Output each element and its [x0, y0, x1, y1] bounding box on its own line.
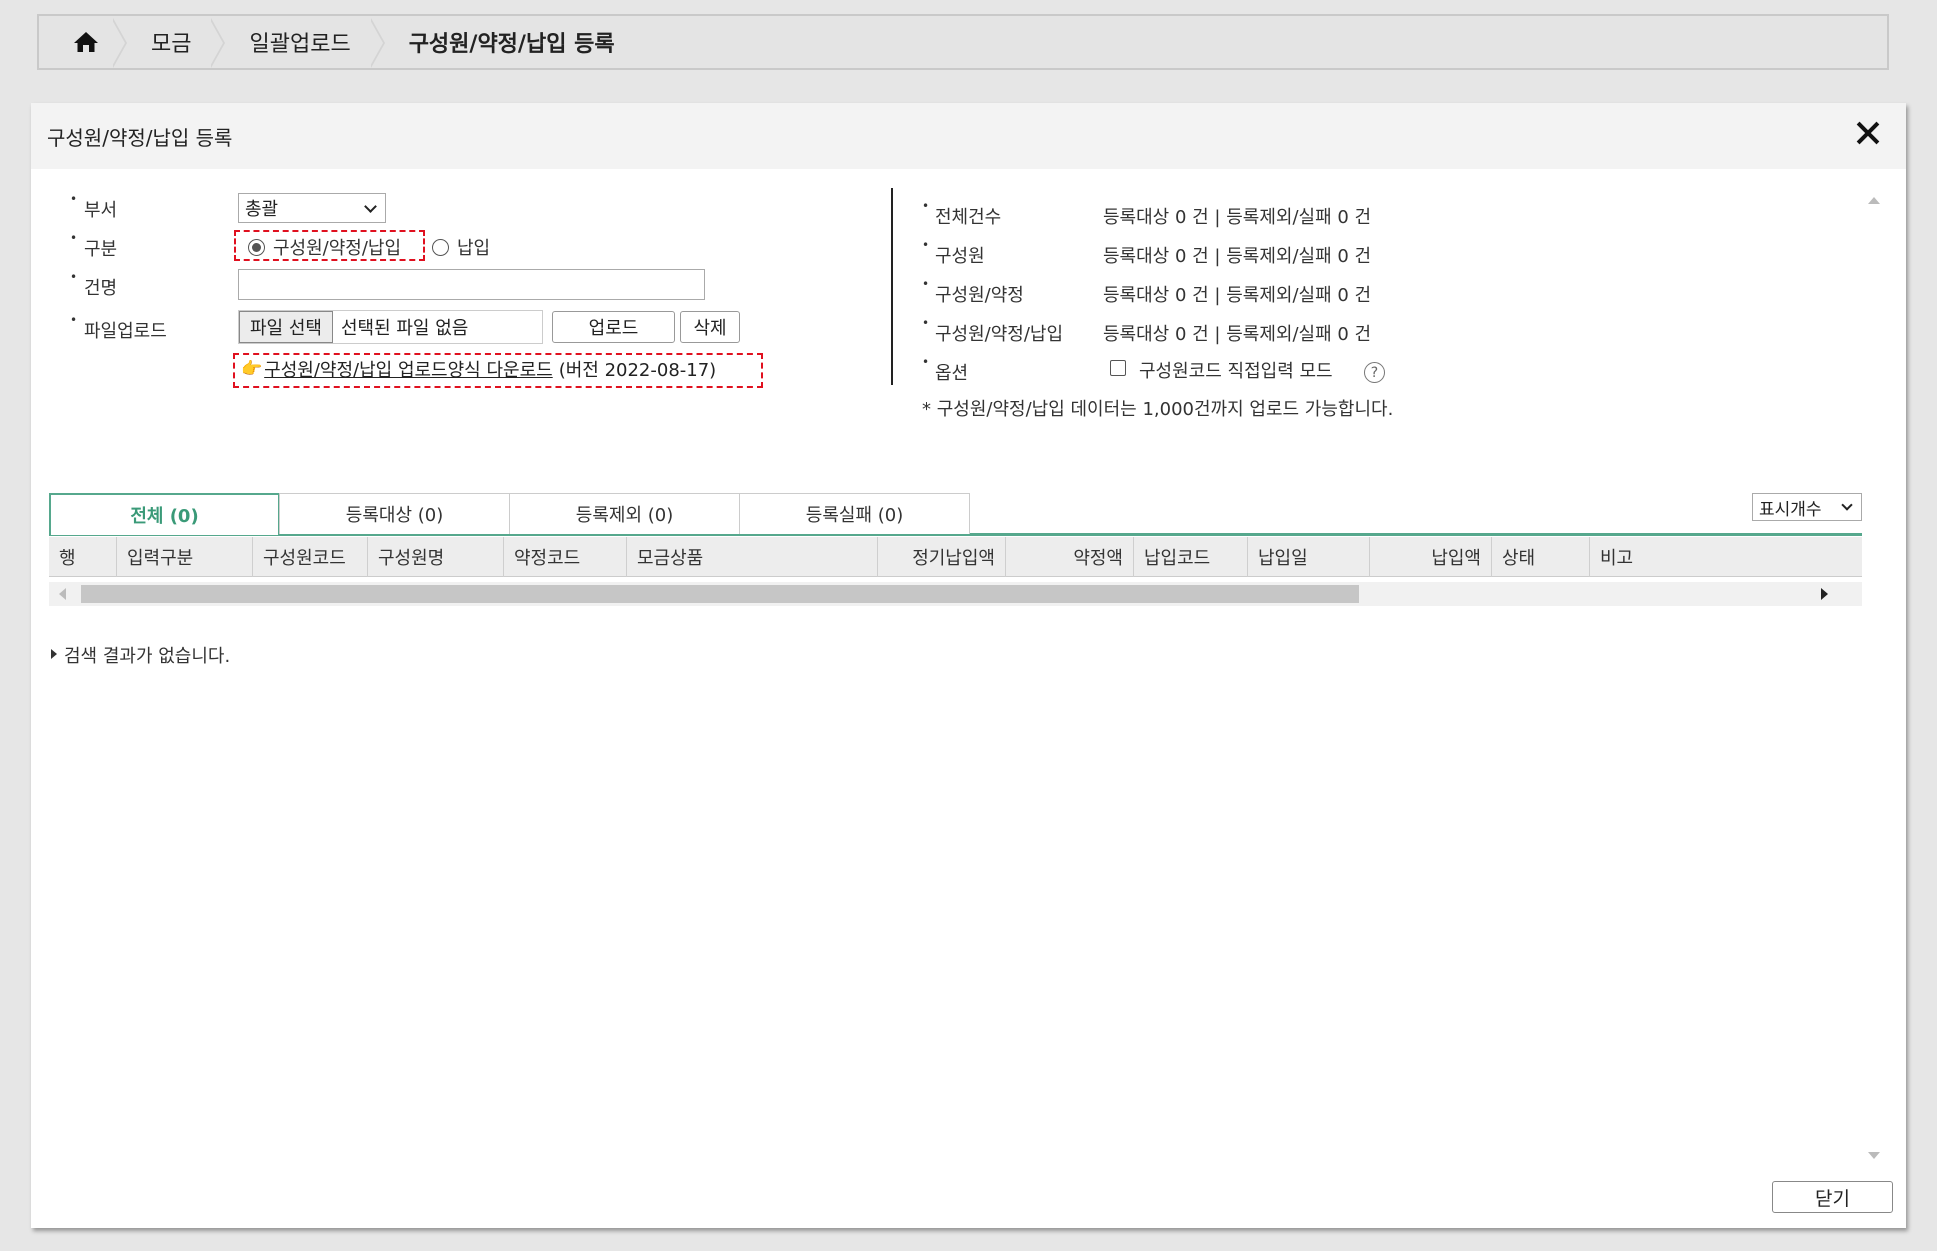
col-payment-code[interactable]: 납입코드 [1134, 537, 1248, 577]
stat-value-member-pledge-payment: 등록대상 0 건 | 등록제외/실패 0 건 [1103, 324, 1372, 345]
file-input[interactable]: 파일 선택 선택된 파일 없음 [238, 310, 543, 344]
option-label: 옵션 [922, 355, 968, 385]
col-remark[interactable]: 비고 [1590, 537, 1762, 577]
file-select-button[interactable]: 파일 선택 [239, 311, 333, 343]
upload-button[interactable]: 업로드 [552, 311, 675, 343]
radio-payment[interactable]: 납입 [432, 234, 490, 260]
stat-label-total: 전체건수 [922, 199, 1001, 229]
col-pledge-code[interactable]: 약정코드 [504, 537, 627, 577]
upload-limit-note: * 구성원/약정/납입 데이터는 1,000건까지 업로드 가능합니다. [922, 399, 1394, 420]
template-download-link[interactable]: 구성원/약정/납입 업로드양식 다운로드 [264, 356, 553, 382]
template-version: (버전 2022-08-17) [558, 360, 717, 381]
col-payment-date[interactable]: 납입일 [1248, 537, 1370, 577]
vertical-scrollbar[interactable] [1862, 189, 1886, 1167]
stat-label-member-pledge-payment: 구성원/약정/납입 [922, 316, 1063, 346]
horizontal-scrollbar[interactable] [49, 582, 1862, 606]
scroll-down-icon[interactable] [1868, 1152, 1880, 1159]
stat-value-member-pledge: 등록대상 0 건 | 등록제외/실패 0 건 [1103, 285, 1372, 306]
chevron-down-icon [364, 200, 377, 213]
chevron-down-icon [1841, 499, 1853, 511]
breadcrumb: 모금 일괄업로드 구성원/약정/납입 등록 [37, 14, 1889, 70]
dialog-title: 구성원/약정/납입 등록 [47, 125, 233, 150]
help-icon[interactable]: ? [1364, 362, 1385, 383]
stat-value-total: 등록대상 0 건 | 등록제외/실패 0 건 [1103, 207, 1372, 228]
empty-message: 검색 결과가 없습니다. [50, 642, 230, 668]
tab-excluded[interactable]: 등록제외 (0) [509, 493, 740, 534]
radio-label-member-pledge-payment: 구성원/약정/납입 [273, 238, 402, 259]
breadcrumb-current: 구성원/약정/납입 등록 [408, 32, 615, 57]
col-pledge-amount[interactable]: 약정액 [1006, 537, 1134, 577]
col-input-type[interactable]: 입력구분 [117, 537, 253, 577]
col-product[interactable]: 모금상품 [627, 537, 878, 577]
scroll-thumb[interactable] [81, 585, 1359, 603]
col-regular-amount[interactable]: 정기납입액 [878, 537, 1006, 577]
result-tabs: 전체 (0) 등록대상 (0) 등록제외 (0) 등록실패 (0) 표시개수 [49, 493, 1862, 536]
radio-member-pledge-payment[interactable]: 구성원/약정/납입 [248, 234, 401, 260]
stat-value-member: 등록대상 0 건 | 등록제외/실패 0 건 [1103, 246, 1372, 267]
breadcrumb-item-fundraising[interactable]: 모금 [127, 16, 226, 68]
stat-label-member-pledge: 구성원/약정 [922, 277, 1024, 307]
file-status-text: 선택된 파일 없음 [340, 318, 469, 339]
name-label: 건명 [70, 270, 117, 300]
col-member-code[interactable]: 구성원코드 [253, 537, 368, 577]
dept-label: 부서 [70, 192, 117, 222]
file-upload-label: 파일업로드 [70, 313, 167, 343]
tab-target[interactable]: 등록대상 (0) [279, 493, 510, 534]
breadcrumb-item-bulk-upload[interactable]: 일괄업로드 [225, 16, 385, 68]
radio-button[interactable] [432, 238, 449, 256]
name-input[interactable] [238, 269, 705, 300]
scroll-right-icon[interactable] [1821, 588, 1828, 600]
col-status[interactable]: 상태 [1492, 537, 1590, 577]
scroll-up-icon[interactable] [1868, 197, 1880, 204]
dept-select[interactable]: 총괄 [238, 193, 386, 223]
direct-input-label: 구성원코드 직접입력 모드 [1139, 361, 1333, 382]
radio-label-payment: 납입 [457, 238, 491, 259]
delete-button[interactable]: 삭제 [680, 311, 740, 343]
type-label: 구분 [70, 231, 117, 261]
template-download[interactable]: 👉 구성원/약정/납입 업로드양식 다운로드 (버전 2022-08-17) [241, 356, 716, 382]
tab-failed[interactable]: 등록실패 (0) [739, 493, 970, 534]
radio-button-selected[interactable] [248, 238, 265, 256]
scroll-left-icon[interactable] [59, 588, 66, 600]
close-icon[interactable] [1854, 119, 1882, 147]
col-row[interactable]: 행 [49, 537, 117, 577]
thumbs-up-icon: 👉 [241, 359, 263, 379]
registration-dialog: 구성원/약정/납입 등록 부서 총괄 구분 구성원/약정/납입 납입 건명 파일… [31, 103, 1906, 1228]
close-button[interactable]: 닫기 [1772, 1181, 1893, 1213]
per-page-label: 표시개수 [1759, 499, 1822, 520]
col-member-name[interactable]: 구성원명 [368, 537, 504, 577]
tab-all[interactable]: 전체 (0) [49, 493, 280, 535]
grid-header: 행 입력구분 구성원코드 구성원명 약정코드 모금상품 정기납입액 약정액 납입… [49, 537, 1862, 577]
direct-input-checkbox[interactable] [1110, 360, 1126, 376]
col-payment-amount[interactable]: 납입액 [1370, 537, 1492, 577]
stat-label-member: 구성원 [922, 238, 985, 268]
divider [891, 188, 893, 385]
per-page-select[interactable]: 표시개수 [1752, 493, 1862, 521]
home-icon[interactable] [39, 16, 127, 68]
dialog-header: 구성원/약정/납입 등록 [31, 103, 1906, 169]
dept-select-value: 총괄 [245, 199, 279, 220]
